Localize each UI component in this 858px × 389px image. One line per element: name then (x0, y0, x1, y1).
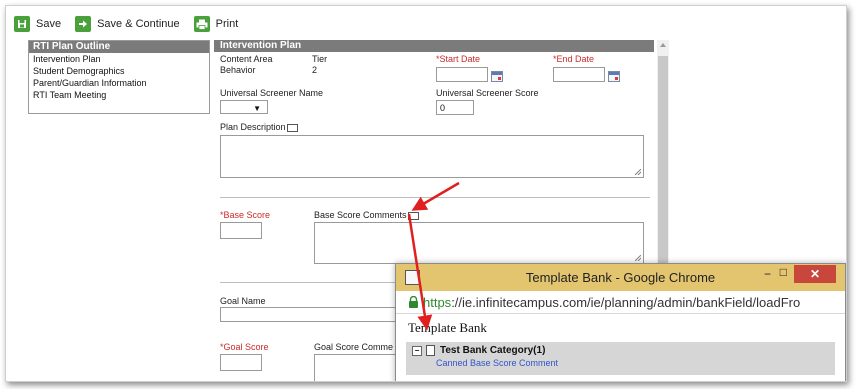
calendar-icon[interactable] (608, 71, 620, 82)
base-score-label: *Base Score (220, 210, 271, 220)
maximize-button[interactable]: □ (780, 265, 787, 279)
outline-item-rti-team-meeting[interactable]: RTI Team Meeting (29, 89, 209, 101)
category-label: Test Bank Category(1) (440, 345, 546, 356)
screener-score-input[interactable]: 0 (436, 100, 474, 115)
tree-category-row[interactable]: − Test Bank Category(1) (412, 345, 829, 356)
base-score-comments-textarea[interactable] (314, 222, 644, 264)
popup-title-bar[interactable]: Template Bank - Google Chrome − □ ✕ (396, 264, 845, 291)
outline-item-parent-guardian[interactable]: Parent/Guardian Information (29, 77, 209, 89)
resize-handle[interactable] (635, 169, 641, 175)
canned-comment-link[interactable]: Canned Base Score Comment (436, 358, 829, 368)
rti-plan-outline: RTI Plan Outline Intervention Plan Stude… (28, 40, 210, 114)
screener-name-select[interactable]: ▼ (220, 100, 268, 114)
goal-score-comments-label: Goal Score Comme (314, 342, 394, 352)
screener-score-value: 0 (440, 103, 446, 113)
end-date-input[interactable] (553, 67, 605, 82)
collapse-icon[interactable]: − (412, 345, 422, 356)
popup-title: Template Bank - Google Chrome (525, 270, 716, 285)
url-path: ://ie.infinitecampus.com/ie/planning/adm… (451, 294, 801, 310)
start-date-input[interactable] (436, 67, 488, 82)
end-date-label: *End Date (553, 54, 595, 64)
minimize-button[interactable]: − (764, 267, 771, 281)
save-icon (14, 16, 30, 32)
screener-name-label: Universal Screener Name (220, 88, 324, 98)
app-window: Save Save & Continue Print RTI Plan Outl… (5, 5, 847, 382)
save-continue-label: Save & Continue (97, 18, 180, 30)
save-label: Save (36, 18, 62, 30)
goal-score-input[interactable] (220, 354, 262, 371)
start-date-label: *Start Date (436, 54, 481, 64)
base-score-comments-label-wrap: Base Score Comments (314, 210, 419, 220)
outline-header: RTI Plan Outline (29, 41, 209, 53)
print-icon (193, 16, 210, 32)
comment-template-icon[interactable] (407, 211, 419, 220)
template-tree: − Test Bank Category(1) Canned Base Scor… (406, 342, 835, 375)
close-button[interactable]: ✕ (794, 265, 836, 283)
base-score-comments-label: Base Score Comments (314, 210, 407, 220)
form-header: Intervention Plan (214, 40, 654, 52)
goal-score-label: *Goal Score (220, 342, 269, 352)
url-bar[interactable]: https://ie.infinitecampus.com/ie/plannin… (396, 291, 845, 314)
print-button[interactable]: Print (193, 16, 239, 32)
outline-item-intervention-plan[interactable]: Intervention Plan (29, 53, 209, 65)
plan-description-label: Plan Description (220, 122, 298, 132)
tier-value: 2 (312, 65, 318, 75)
content-area-label: Content Area (220, 54, 273, 64)
resize-handle[interactable] (635, 255, 641, 261)
base-score-input[interactable] (220, 222, 262, 239)
lock-icon (408, 295, 419, 308)
section-divider (220, 197, 650, 198)
template-bank-heading: Template Bank (408, 320, 487, 335)
comment-template-icon[interactable] (286, 123, 298, 132)
template-bank-window: Template Bank - Google Chrome − □ ✕ http… (395, 263, 846, 381)
document-icon (426, 345, 435, 356)
outline-item-student-demographics[interactable]: Student Demographics (29, 65, 209, 77)
template-bank-content: Template Bank − Test Bank Category(1) Ca… (396, 314, 845, 379)
plan-description-textarea[interactable] (220, 135, 644, 178)
plan-description-text: Plan Description (220, 122, 286, 132)
save-button[interactable]: Save (14, 16, 61, 32)
calendar-icon[interactable] (491, 71, 503, 82)
toolbar: Save Save & Continue Print (14, 13, 252, 35)
print-label: Print (215, 18, 239, 30)
url-scheme: https (423, 294, 452, 310)
goal-name-label: Goal Name (220, 296, 266, 306)
dropdown-arrow-icon: ▼ (253, 104, 261, 113)
save-continue-button[interactable]: Save & Continue (75, 16, 180, 32)
scroll-up-icon[interactable] (660, 43, 666, 47)
content-area-value: Behavior (220, 65, 256, 75)
screener-score-label: Universal Screener Score (436, 88, 539, 98)
arrow-right-icon (75, 16, 92, 32)
tier-label: Tier (312, 54, 328, 64)
